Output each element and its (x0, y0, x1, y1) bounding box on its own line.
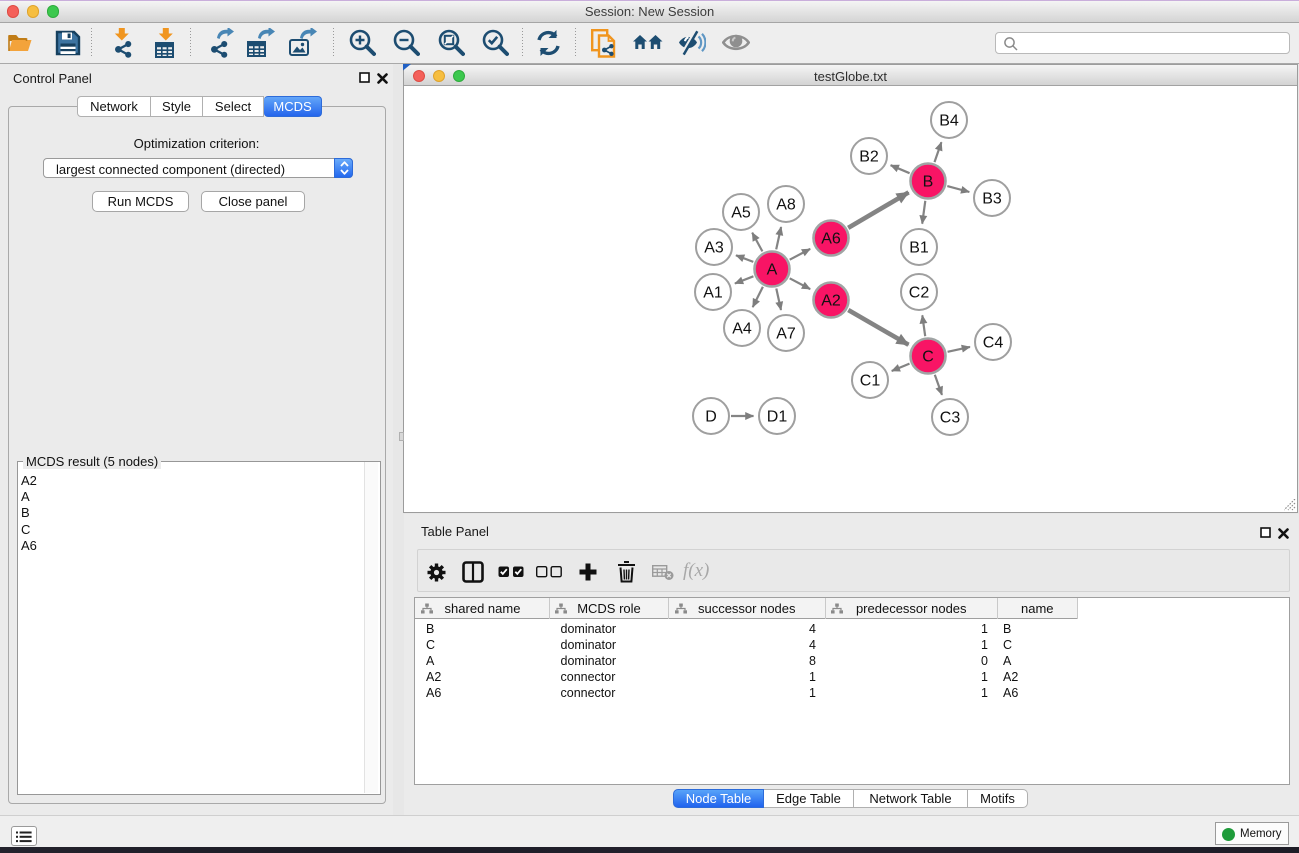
svg-text:C3: C3 (940, 410, 961, 427)
svg-text:A3: A3 (704, 240, 724, 257)
svg-text:A6: A6 (821, 231, 841, 248)
svg-text:A: A (767, 262, 778, 279)
svg-text:B2: B2 (859, 149, 879, 166)
svg-text:B1: B1 (909, 240, 929, 257)
svg-text:A5: A5 (731, 205, 751, 222)
svg-text:A4: A4 (732, 321, 752, 338)
svg-text:A7: A7 (776, 326, 796, 343)
svg-text:D1: D1 (767, 409, 788, 426)
svg-text:C1: C1 (860, 373, 881, 390)
svg-text:C4: C4 (983, 335, 1004, 352)
svg-text:A2: A2 (821, 293, 841, 310)
svg-text:C: C (922, 349, 934, 366)
svg-text:A1: A1 (703, 285, 723, 302)
svg-text:B3: B3 (982, 191, 1002, 208)
svg-text:B: B (923, 174, 934, 191)
svg-text:D: D (705, 409, 717, 426)
svg-text:B4: B4 (939, 113, 959, 130)
svg-text:C2: C2 (909, 285, 930, 302)
svg-text:A8: A8 (776, 197, 796, 214)
